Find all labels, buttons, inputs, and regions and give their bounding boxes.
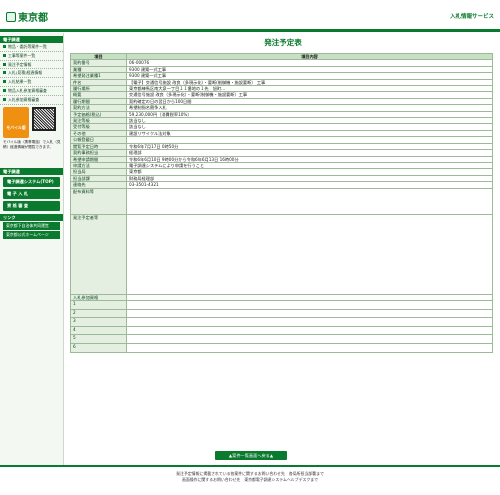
- header: 東京都 入札情報サービス: [0, 0, 500, 30]
- row-value: [126, 308, 493, 319]
- sidebar-item[interactable]: 発注予定情報: [0, 61, 63, 70]
- sidebar-item[interactable]: 物品入札参加資格審査: [0, 87, 63, 96]
- row-label: 2: [70, 308, 127, 319]
- back-to-list-button[interactable]: ▲案件一覧画面へ戻る▲: [215, 451, 287, 460]
- table-row: 5: [70, 334, 493, 344]
- row-value: [126, 187, 493, 215]
- table-row: 2: [70, 308, 493, 319]
- footer-line: 画面操作に関するお問い合わせ先 東京都電子調達システムヘルプデスクまで: [181, 477, 319, 482]
- row-value: [126, 342, 493, 353]
- header-bar: [0, 29, 500, 32]
- footer: 発注予定情報に掲載されている各案件に関するお問い合わせ先 各局所担当部署まで 画…: [0, 465, 500, 495]
- row-label: 発注予定者等: [70, 213, 127, 295]
- table-row: 配布資料等: [70, 187, 493, 215]
- row-label: 配布資料等: [70, 187, 127, 215]
- sidebar-link[interactable]: 東京都下自治体共同運営: [3, 221, 60, 230]
- qr-code: [32, 106, 56, 131]
- table-row: 1: [70, 299, 493, 310]
- sidebar-button[interactable]: 電 子 入 札: [3, 188, 60, 199]
- row-label: 5: [70, 334, 127, 344]
- page-title: 発注予定表: [264, 38, 302, 47]
- row-value: [126, 317, 493, 327]
- sidebar-section-title: リンク: [0, 213, 63, 221]
- row-label: 4: [70, 325, 127, 336]
- detail-table: 項目 項目内容 契約番号 06-00076 業種 9300 建築一式工事 希望発注業種1 9…: [70, 52, 493, 353]
- table-row: 4: [70, 325, 493, 336]
- row-value: [126, 334, 493, 344]
- row-label: 3: [70, 317, 127, 327]
- bullet-icon: [3, 71, 6, 75]
- bullet-icon: [3, 53, 6, 57]
- sidebar-link[interactable]: 東京都公式ホームページ: [3, 230, 60, 239]
- sidebar: 電子調達 物品・委託等案件一覧 工事等案件一覧 発注予定情報 入札(見積)経過情…: [0, 33, 64, 473]
- table-row: 3: [70, 317, 493, 327]
- sidebar-button[interactable]: 電子調達システム(TOP): [3, 176, 60, 187]
- row-value: [126, 213, 493, 295]
- sidebar-item[interactable]: 入札(見積)経過情報: [0, 69, 63, 79]
- sidebar-section-title: 電子調達: [0, 167, 63, 175]
- mobile-badge[interactable]: モバイル版: [3, 106, 29, 138]
- sidebar-item[interactable]: 入札参加資格審査: [0, 96, 63, 105]
- sidebar-item[interactable]: 入札結果一覧: [0, 78, 63, 87]
- sidebar-section-title: 電子調達: [0, 36, 63, 43]
- bullet-icon: [3, 80, 6, 84]
- row-value: [126, 325, 493, 336]
- row-label: 6: [70, 342, 127, 353]
- sidebar-button[interactable]: 資 格 審 査: [3, 200, 60, 211]
- sidebar-item[interactable]: 物品・委託等案件一覧: [0, 43, 63, 52]
- bullet-icon: [3, 97, 6, 101]
- tokyo-logo[interactable]: 東京都: [6, 9, 48, 24]
- table-row: 発注予定者等: [70, 213, 493, 295]
- row-value: [126, 299, 493, 310]
- service-title: 入札情報サービス: [449, 14, 494, 20]
- tokyo-mark-icon: [6, 12, 16, 22]
- table-row: 6: [70, 342, 493, 353]
- mobile-caption: モバイル版（携帯電話）で入札（見積）経過情報が閲覧できます。: [3, 139, 61, 149]
- main-content: 発注予定表 項目 項目内容 契約番号 06-00076 業種 9300 建築一式工事 希望…: [70, 33, 496, 473]
- bullet-icon: [3, 45, 6, 48]
- bullet-icon: [3, 88, 6, 92]
- sidebar-item[interactable]: 工事等案件一覧: [0, 52, 63, 61]
- bullet-icon: [3, 62, 6, 66]
- row-label: 1: [70, 299, 127, 310]
